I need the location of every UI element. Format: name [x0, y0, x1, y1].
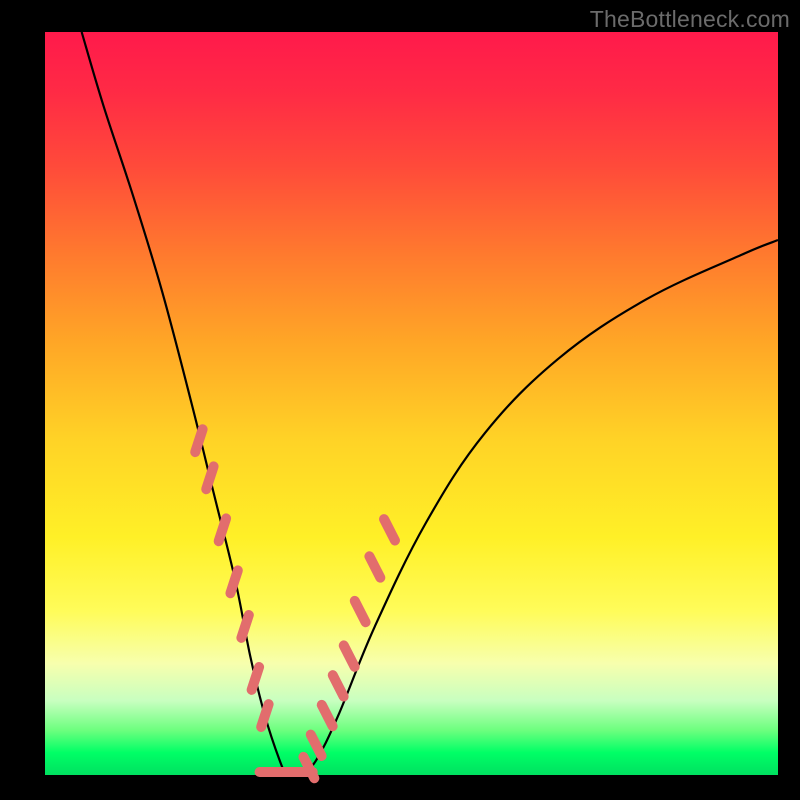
curve-svg [45, 32, 778, 775]
bottleneck-curve [82, 32, 778, 776]
dash-overlay-left [195, 429, 268, 727]
plot-area [45, 32, 778, 775]
dash-overlay-right [303, 519, 395, 778]
watermark-text: TheBottleneck.com [590, 6, 790, 33]
chart-frame: TheBottleneck.com [0, 0, 800, 800]
